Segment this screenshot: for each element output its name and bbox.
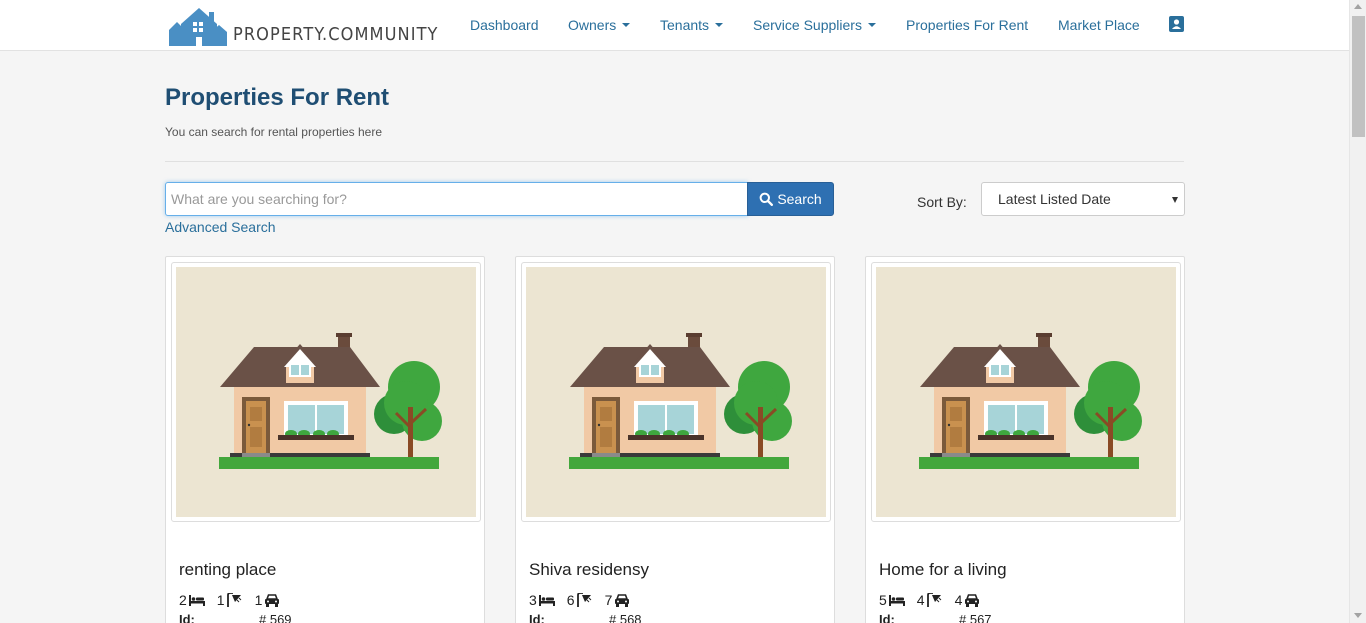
caret-down-icon: [715, 23, 724, 27]
bath-count: 6: [567, 592, 593, 608]
nav-dashboard-label: Dashboard: [470, 17, 539, 33]
listing-id: Id: # 568: [529, 612, 829, 623]
listing-stats: 2 1 1: [179, 592, 292, 608]
bed-icon: [888, 595, 905, 606]
nav-tenants-label: Tenants: [660, 17, 710, 33]
listing-card[interactable]: Home for a living 5 4 4 Id: # 567: [865, 256, 1185, 623]
scroll-thumb[interactable]: [1352, 16, 1365, 137]
car-icon: [265, 593, 280, 607]
nav-properties-for-rent[interactable]: Properties For Rent: [906, 17, 1028, 33]
caret-down-icon: [867, 23, 876, 27]
search-button[interactable]: Search: [747, 182, 834, 216]
search-input[interactable]: [165, 182, 748, 216]
car-icon: [615, 593, 630, 607]
nav-properties-for-rent-label: Properties For Rent: [906, 17, 1029, 33]
shower-icon: [926, 593, 941, 607]
scroll-down-icon[interactable]: [1354, 613, 1362, 618]
bed-icon: [538, 595, 555, 606]
listing-id-label: Id:: [529, 612, 545, 623]
car-count-value: 1: [254, 592, 263, 608]
top-navbar: PROPERTY.COMMUNITY Dashboard Owners Tena…: [0, 0, 1349, 51]
page-title: Properties For Rent: [165, 84, 390, 111]
dropdown-arrow-icon: [1172, 197, 1178, 203]
bed-count-value: 3: [529, 592, 537, 608]
listing-id: Id: # 567: [879, 612, 1179, 623]
search-icon: [759, 192, 774, 206]
house-image: [876, 267, 1176, 517]
advanced-search-link[interactable]: Advanced Search: [165, 219, 276, 235]
listing-card[interactable]: Shiva residensy 3 6 7 Id: # 568: [515, 256, 835, 623]
scroll-up-icon[interactable]: [1354, 4, 1362, 9]
nav-dashboard[interactable]: Dashboard: [470, 17, 539, 33]
sort-selected-value: Latest Listed Date: [998, 191, 1111, 207]
shower-icon: [226, 593, 241, 607]
listing-title[interactable]: Shiva residensy: [529, 560, 649, 580]
listing-stats: 5 4 4: [879, 592, 992, 608]
nav-service-suppliers-label: Service Suppliers: [753, 17, 862, 33]
nav-owners-label: Owners: [568, 17, 617, 33]
listing-id-value: # 567: [959, 612, 992, 623]
bath-count-value: 4: [916, 592, 925, 608]
house-image: [176, 267, 476, 517]
listing-image-frame[interactable]: [521, 262, 831, 522]
brand-name: PROPERTY.COMMUNITY: [233, 24, 439, 45]
nav-service-suppliers[interactable]: Service Suppliers: [753, 17, 876, 33]
listing-id-label: Id:: [179, 612, 195, 623]
listing-image-frame[interactable]: [171, 262, 481, 522]
listing-title[interactable]: renting place: [179, 560, 276, 580]
car-count-value: 4: [954, 592, 963, 608]
sort-label: Sort By:: [917, 194, 967, 210]
listing-card[interactable]: renting place 2 1 1 Id: # 569: [165, 256, 485, 623]
bed-count: 3: [529, 592, 555, 608]
page-subtitle: You can search for rental properties her…: [165, 125, 383, 139]
nav-owners[interactable]: Owners: [568, 17, 631, 33]
search-button-label: Search: [777, 191, 822, 207]
brand-logo[interactable]: PROPERTY.COMMUNITY: [169, 4, 461, 46]
nav-market-place[interactable]: Market Place: [1058, 17, 1140, 33]
car-count: 7: [605, 592, 631, 608]
listing-id-label: Id:: [879, 612, 895, 623]
bed-icon: [188, 595, 205, 606]
car-icon: [965, 593, 980, 607]
listing-image-frame[interactable]: [871, 262, 1181, 522]
bed-count: 5: [879, 592, 905, 608]
shower-icon: [576, 593, 591, 607]
house-image: [526, 267, 826, 517]
bath-count: 4: [917, 592, 943, 608]
caret-down-icon: [622, 23, 631, 27]
car-count: 1: [255, 592, 281, 608]
user-profile-icon[interactable]: [1169, 16, 1184, 32]
vertical-scrollbar[interactable]: [1349, 0, 1366, 623]
listing-stats: 3 6 7: [529, 592, 642, 608]
car-count-value: 7: [604, 592, 613, 608]
listing-title[interactable]: Home for a living: [879, 560, 1007, 580]
bath-count-value: 1: [216, 592, 225, 608]
bath-count-value: 6: [566, 592, 575, 608]
bed-count: 2: [179, 592, 205, 608]
bed-count-value: 2: [179, 592, 187, 608]
bath-count: 1: [217, 592, 243, 608]
nav-market-place-label: Market Place: [1058, 17, 1140, 33]
car-count: 4: [955, 592, 981, 608]
listing-id-value: # 568: [609, 612, 642, 623]
listing-id: Id: # 569: [179, 612, 479, 623]
divider: [165, 161, 1184, 162]
nav-tenants[interactable]: Tenants: [660, 17, 724, 33]
listing-id-value: # 569: [259, 612, 292, 623]
house-logo-icon: [169, 8, 227, 46]
bed-count-value: 5: [879, 592, 887, 608]
sort-select[interactable]: Latest Listed Date: [981, 182, 1185, 216]
